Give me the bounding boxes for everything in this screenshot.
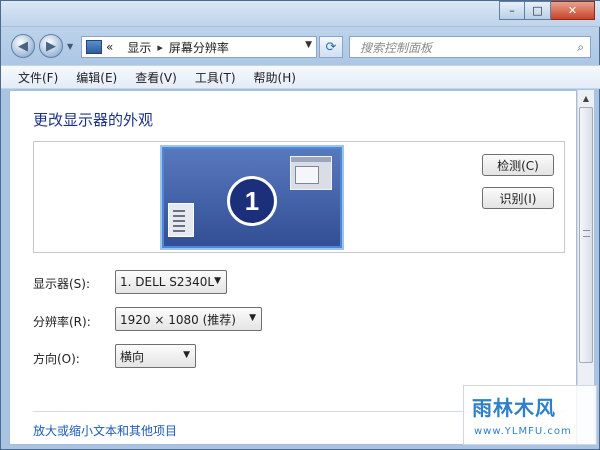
- menu-file[interactable]: 文件(F): [9, 69, 67, 86]
- recent-pages-dropdown[interactable]: ▼: [67, 42, 73, 51]
- menu-tools[interactable]: 工具(T): [186, 69, 245, 86]
- orientation-select[interactable]: 横向 ▼: [115, 344, 196, 368]
- caption-buttons: – □ ✕: [499, 1, 595, 21]
- menu-bar: 文件(F) 编辑(E) 查看(V) 工具(T) 帮助(H): [1, 65, 600, 89]
- minimize-button[interactable]: –: [499, 1, 525, 20]
- breadcrumb-separator[interactable]: ▸: [157, 41, 163, 54]
- display-value: 1. DELL S2340L: [120, 275, 215, 289]
- watermark-title: 雨林木风: [472, 396, 556, 420]
- resolution-label: 分辨率(R):: [33, 315, 91, 329]
- back-button[interactable]: ◀: [11, 34, 35, 58]
- watermark-url: www.YLMFU.com: [474, 426, 572, 437]
- search-icon[interactable]: ⌕: [577, 40, 584, 55]
- breadcrumb-resolution[interactable]: 屏幕分辨率: [169, 39, 229, 56]
- control-panel-window: – □ ✕ ◀ ▶ ▼ « 显示 ▸ 屏幕分辨率 ▼ ⟳ 搜索控制面板 ⌕ 文件…: [0, 0, 600, 450]
- preview-document-icon: [168, 203, 194, 237]
- breadcrumb-display[interactable]: 显示: [127, 39, 151, 56]
- address-bar[interactable]: « 显示 ▸ 屏幕分辨率 ▼: [81, 36, 317, 58]
- refresh-icon: ⟳: [325, 39, 337, 55]
- forward-button[interactable]: ▶: [39, 34, 63, 58]
- search-input[interactable]: 搜索控制面板 ⌕: [349, 36, 591, 58]
- detect-button[interactable]: 检测(C): [482, 154, 554, 176]
- arrow-right-icon: ▶: [46, 38, 56, 54]
- identify-button[interactable]: 识别(I): [482, 187, 554, 209]
- search-placeholder: 搜索控制面板: [360, 40, 433, 55]
- menu-help[interactable]: 帮助(H): [245, 69, 305, 86]
- menu-view[interactable]: 查看(V): [126, 69, 186, 86]
- scroll-thumb[interactable]: [579, 107, 593, 363]
- monitor-number-badge: 1: [227, 176, 277, 226]
- arrow-left-icon: ◀: [18, 38, 28, 54]
- close-button[interactable]: ✕: [551, 1, 595, 20]
- text-size-link[interactable]: 放大或缩小文本和其他项目: [33, 422, 177, 439]
- address-prefix[interactable]: «: [106, 40, 113, 54]
- maximize-button[interactable]: □: [525, 1, 551, 20]
- monitor-thumbnail[interactable]: 1: [162, 147, 342, 248]
- site-watermark: 雨林木风 www.YLMFU.com: [463, 385, 597, 445]
- chevron-down-icon[interactable]: ▼: [305, 40, 312, 50]
- refresh-button[interactable]: ⟳: [319, 36, 343, 58]
- chevron-down-icon: ▼: [183, 350, 190, 360]
- orientation-label: 方向(O):: [33, 352, 80, 366]
- menu-edit[interactable]: 编辑(E): [67, 69, 126, 86]
- resolution-select[interactable]: 1920 × 1080 (推荐) ▼: [115, 307, 262, 331]
- orientation-value: 横向: [120, 349, 145, 364]
- display-label: 显示器(S):: [33, 277, 91, 291]
- chevron-down-icon: ▼: [214, 276, 221, 286]
- grip-icon: [583, 230, 590, 237]
- chevron-down-icon: ▼: [249, 313, 256, 323]
- navigation-row: ◀ ▶ ▼ « 显示 ▸ 屏幕分辨率 ▼ ⟳ 搜索控制面板 ⌕: [1, 28, 600, 64]
- monitor-preview-panel: 1 检测(C) 识别(I): [33, 141, 565, 253]
- resolution-value: 1920 × 1080 (推荐): [120, 312, 236, 327]
- scroll-up-arrow-icon[interactable]: ▲: [578, 90, 594, 106]
- control-panel-icon: [86, 40, 102, 54]
- page-title: 更改显示器的外观: [33, 111, 154, 129]
- preview-window-icon: [290, 156, 332, 190]
- display-select[interactable]: 1. DELL S2340L ▼: [115, 270, 227, 294]
- background-title-strip: – □ ✕: [1, 1, 600, 27]
